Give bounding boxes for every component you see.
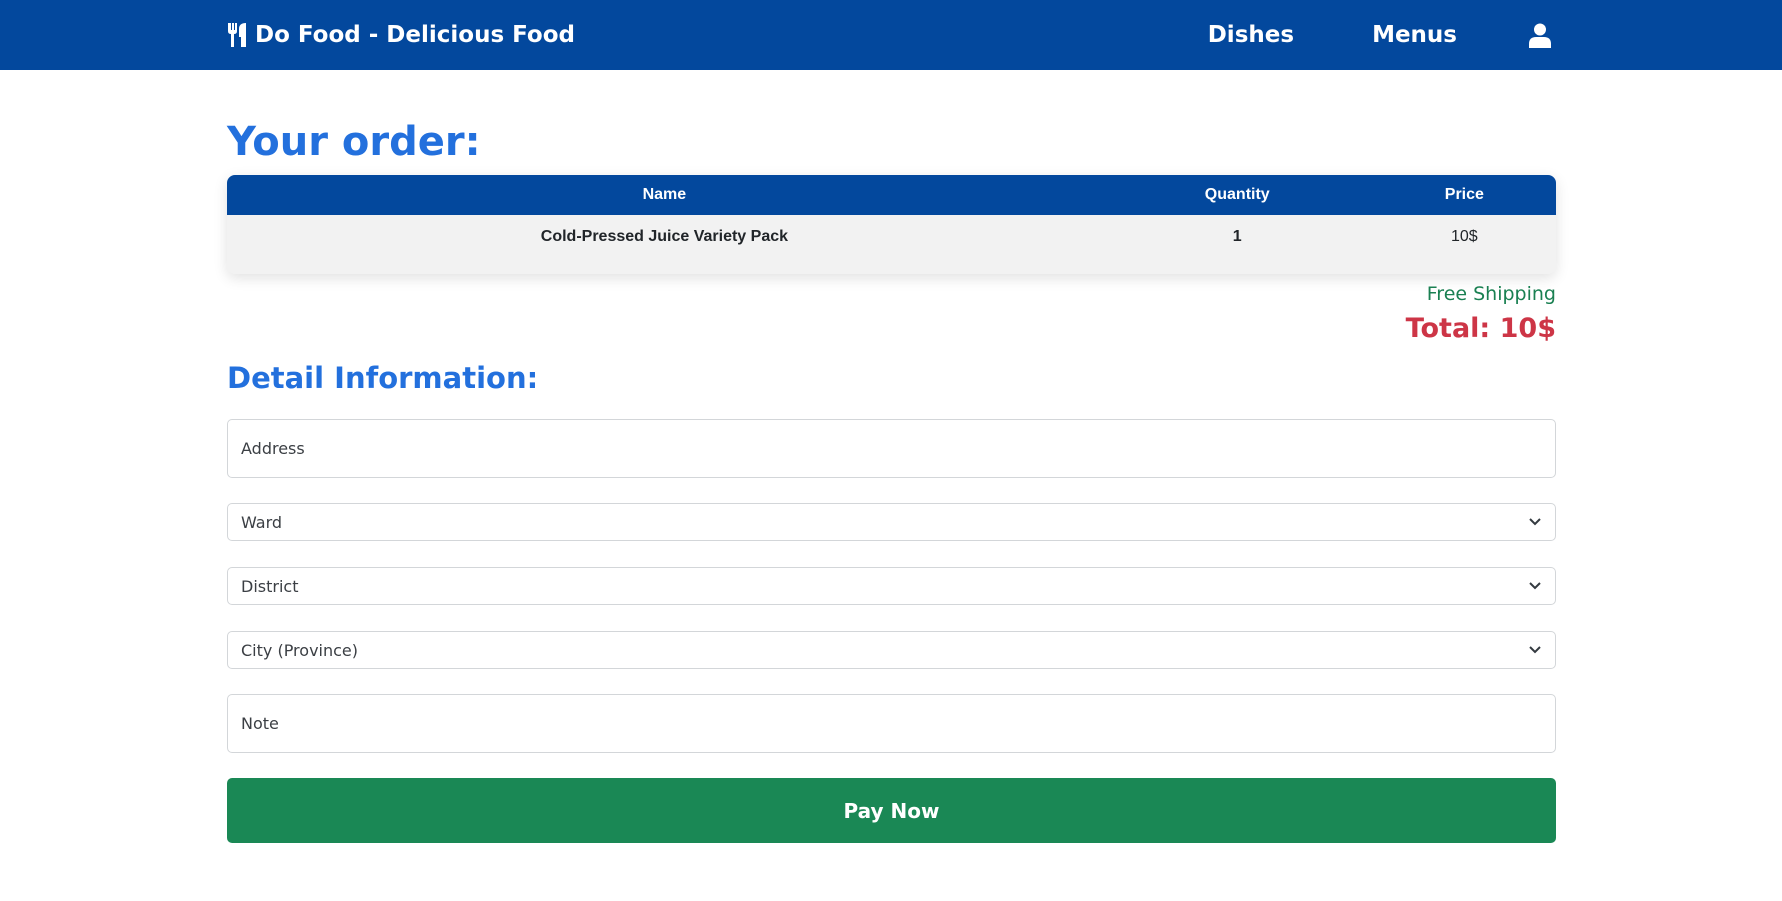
district-select[interactable]: District [227, 567, 1556, 606]
chevron-down-icon [1529, 582, 1541, 590]
address-placeholder: Address [241, 439, 305, 459]
column-header-name: Name [642, 186, 687, 203]
brand-link[interactable]: Do Food - Delicious Food [227, 22, 575, 48]
table-header-row: Name Quantity Price [227, 175, 1556, 215]
shipping-label: Free Shipping [1426, 283, 1556, 305]
table-row: Cold-Pressed Juice Variety Pack 1 10$ [227, 215, 1556, 274]
main-content: Your order: Name Quantity Price Cold-Pre… [227, 119, 1556, 844]
chevron-down-icon [1529, 646, 1541, 654]
ward-select[interactable]: Ward [227, 503, 1556, 542]
nav-menus-link[interactable]: Menus [1372, 22, 1457, 48]
city-select-value: City (Province) [241, 640, 359, 660]
item-price-cell: 10$ [1451, 228, 1478, 245]
order-table-card: Name Quantity Price Cold-Pressed Juice V… [227, 175, 1556, 274]
note-placeholder: Note [241, 714, 279, 734]
navbar: Do Food - Delicious Food Dishes Menus [0, 0, 1782, 70]
pay-now-button[interactable]: Pay Now [227, 778, 1556, 844]
user-icon[interactable] [1529, 23, 1551, 48]
order-table: Name Quantity Price Cold-Pressed Juice V… [227, 175, 1556, 274]
item-name-cell: Cold-Pressed Juice Variety Pack [540, 228, 789, 245]
nav-dishes-link[interactable]: Dishes [1208, 22, 1294, 48]
column-header-price: Price [1444, 186, 1484, 203]
item-quantity-cell: 1 [1232, 228, 1242, 245]
order-summary: Free Shipping Total: 10$ [227, 281, 1556, 346]
district-select-value: District [241, 576, 299, 596]
order-total: Total: 10$ [1405, 313, 1556, 344]
order-title: Your order: [227, 119, 481, 165]
utensils-icon [227, 22, 249, 48]
chevron-down-icon [1529, 518, 1541, 526]
note-input[interactable]: Note [227, 694, 1556, 754]
address-input[interactable]: Address [227, 419, 1556, 479]
ward-select-value: Ward [241, 512, 283, 532]
brand-name: Do Food - Delicious Food [255, 22, 576, 48]
column-header-quantity: Quantity [1204, 186, 1270, 203]
details-title: Detail Information: [227, 361, 539, 395]
city-select[interactable]: City (Province) [227, 631, 1556, 670]
